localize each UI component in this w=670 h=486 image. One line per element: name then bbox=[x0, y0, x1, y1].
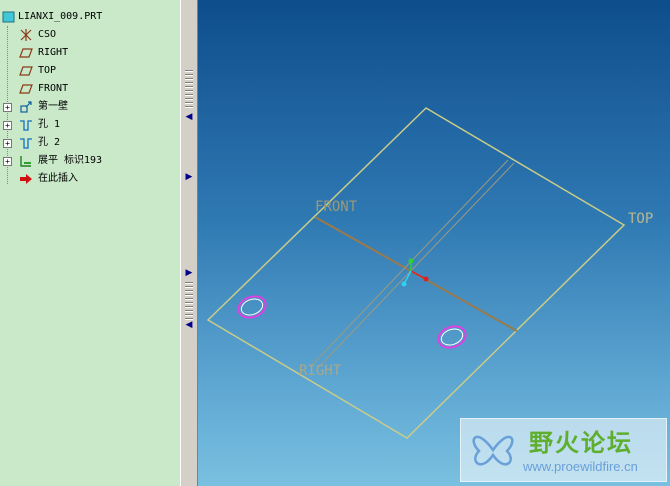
model-canvas[interactable]: FRONT TOP RIGHT bbox=[198, 0, 670, 486]
tree-item-label: 孔 2 bbox=[38, 137, 61, 148]
hole-icon bbox=[20, 138, 32, 149]
expand-toggle-icon[interactable]: + bbox=[3, 139, 12, 148]
collapse-left-arrow-icon[interactable]: ◀ bbox=[184, 320, 194, 330]
front-datum-label: FRONT bbox=[315, 199, 358, 215]
csys-triad-icon bbox=[401, 258, 429, 287]
expand-toggle-icon[interactable]: + bbox=[3, 157, 12, 166]
graphics-viewport[interactable]: FRONT TOP RIGHT bbox=[198, 0, 670, 486]
watermark-title: 野火论坛 bbox=[529, 429, 633, 457]
collapse-left-arrow-icon[interactable]: ◀ bbox=[184, 112, 194, 122]
panel-splitter[interactable]: ◀ ▶ ▶ ◀ bbox=[180, 0, 198, 486]
top-datum-label: TOP bbox=[628, 211, 653, 227]
right-datum-label: RIGHT bbox=[299, 363, 342, 379]
tree-item-hole-1[interactable]: + 孔 1 bbox=[0, 116, 180, 134]
tree-item-right[interactable]: RIGHT bbox=[0, 44, 180, 62]
expand-right-arrow-icon[interactable]: ▶ bbox=[184, 268, 194, 278]
tree-root-part[interactable]: LIANXI_009.PRT bbox=[0, 8, 180, 26]
model-tree-panel: LIANXI_009.PRT CSO RIGHT TOP FRONT + 第一壁 bbox=[0, 0, 180, 486]
hole-1-inner bbox=[240, 298, 264, 316]
tree-item-top[interactable]: TOP bbox=[0, 62, 180, 80]
splitter-grip[interactable] bbox=[185, 68, 193, 108]
right-datum-line-secondary bbox=[315, 162, 515, 371]
expand-toggle-icon[interactable]: + bbox=[3, 103, 12, 112]
watermark-url: www.proewildfire.cn bbox=[523, 459, 638, 474]
expand-right-arrow-icon[interactable]: ▶ bbox=[184, 172, 194, 182]
tree-root-label: LIANXI_009.PRT bbox=[18, 11, 103, 22]
hole-2-inner bbox=[440, 328, 464, 346]
forum-watermark: 野火论坛 www.proewildfire.cn bbox=[460, 418, 667, 482]
splitter-grip[interactable] bbox=[185, 280, 193, 320]
tree-item-front[interactable]: FRONT bbox=[0, 80, 180, 98]
hole-icon bbox=[20, 120, 32, 131]
flatten-icon bbox=[20, 156, 31, 167]
csys-icon bbox=[20, 29, 32, 41]
sheetmetal-wall-icon bbox=[20, 101, 32, 113]
tree-item-cso[interactable]: CSO bbox=[0, 26, 180, 44]
butterfly-logo-icon bbox=[472, 435, 514, 466]
tree-item-label: 在此插入 bbox=[38, 173, 78, 184]
hole-2-edge[interactable] bbox=[435, 323, 468, 351]
tree-item-label: 展平 标识193 bbox=[38, 155, 103, 166]
datum-plane-icon bbox=[19, 84, 33, 94]
tree-item-insert-here[interactable]: 在此插入 bbox=[0, 170, 180, 188]
datum-plane-icon bbox=[19, 48, 33, 58]
part-icon bbox=[2, 11, 15, 23]
tree-item-label: FRONT bbox=[38, 83, 69, 94]
tree-item-first-wall[interactable]: + 第一壁 bbox=[0, 98, 180, 116]
hole-1-edge[interactable] bbox=[235, 293, 268, 321]
insert-here-arrow-icon bbox=[20, 174, 32, 184]
tree-item-label: CSO bbox=[38, 29, 57, 40]
tree-item-label: 第一壁 bbox=[38, 101, 68, 112]
tree-item-label: 孔 1 bbox=[38, 119, 61, 130]
tree-item-label: RIGHT bbox=[38, 47, 69, 58]
datum-plane-icon bbox=[19, 66, 33, 76]
tree-item-flatten[interactable]: + 展平 标识193 bbox=[0, 152, 180, 170]
expand-toggle-icon[interactable]: + bbox=[3, 121, 12, 130]
tree-item-hole-2[interactable]: + 孔 2 bbox=[0, 134, 180, 152]
tree-item-label: TOP bbox=[38, 65, 57, 76]
